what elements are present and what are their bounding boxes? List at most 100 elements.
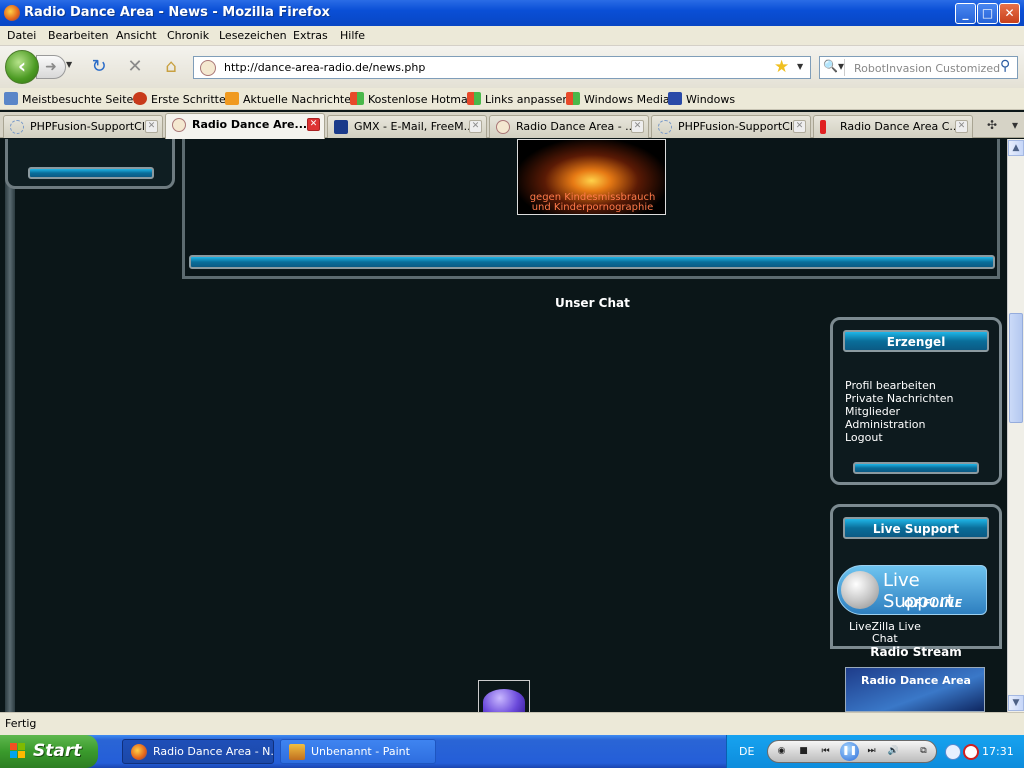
tab-strip: PHPFusion-SupportCl... ✕ Radio Dance Are…: [0, 112, 1024, 139]
tab-close-icon[interactable]: ✕: [145, 120, 158, 133]
bookmark-windows[interactable]: Windows: [668, 92, 735, 106]
left-panel-bottom: [5, 139, 175, 189]
tab-close-icon[interactable]: ✕: [469, 120, 482, 133]
taskbar-item-label: Radio Dance Area - N...: [153, 745, 274, 758]
window-titlebar[interactable]: Radio Dance Area - News - Mozilla Firefo…: [0, 0, 1024, 26]
banner-image[interactable]: gegen Kindesmissbrauch und Kinderpornogr…: [517, 139, 666, 215]
restore-player-icon[interactable]: ⧉: [916, 744, 931, 759]
language-indicator[interactable]: DE: [739, 745, 754, 758]
previous-track-icon[interactable]: ⏮: [818, 744, 833, 759]
page-content: gegen Kindesmissbrauch und Kinderpornogr…: [0, 139, 1007, 712]
menu-chronik[interactable]: Chronik: [167, 29, 209, 42]
tab-close-icon[interactable]: ✕: [793, 120, 806, 133]
bookmark-aktuelle-nachrichten[interactable]: Aktuelle Nachrichten: [225, 92, 358, 106]
search-icon[interactable]: ⚲: [1000, 58, 1010, 74]
start-button[interactable]: Start: [0, 735, 98, 768]
status-bar: Fertig: [0, 712, 1024, 735]
bookmark-kostenlose-hotmail[interactable]: Kostenlose Hotmail: [350, 92, 474, 106]
tab-phpfusion-2[interactable]: PHPFusion-SupportCl... ✕: [651, 115, 811, 138]
firefox-bookmark-icon: [133, 92, 147, 105]
start-label: Start: [33, 741, 82, 761]
bookmark-label: Aktuelle Nachrichten: [243, 93, 358, 106]
address-bar[interactable]: http://dance-area-radio.de/news.php ★ ▼: [193, 56, 811, 79]
bookmark-links-anpassen[interactable]: Links anpassen: [467, 92, 569, 106]
tab-label: GMX - E-Mail, FreeM...: [354, 120, 475, 133]
tray-arrow-icon[interactable]: [945, 744, 961, 760]
site-favicon: [200, 60, 216, 76]
bookmark-meistbesuchte[interactable]: Meistbesuchte Seiten: [4, 92, 140, 106]
tab-gmx[interactable]: GMX - E-Mail, FreeM... ✕: [327, 115, 487, 138]
windows-flag-icon: [350, 92, 364, 105]
window-title: Radio Dance Area - News - Mozilla Firefo…: [24, 5, 330, 20]
bookmarks-toolbar: Meistbesuchte Seiten Erste Schritte Aktu…: [0, 88, 1024, 110]
stop-media-icon[interactable]: ■: [796, 744, 811, 759]
next-track-icon[interactable]: ⏭: [864, 744, 879, 759]
tab-radio-dance-area-2[interactable]: Radio Dance Area - ... ✕: [489, 115, 649, 138]
firefox-icon: [131, 744, 147, 760]
tab-radio-dance-area-news[interactable]: Radio Dance Are... ✕: [165, 113, 325, 139]
gmx-icon: [334, 120, 348, 134]
bookmark-erste-schritte[interactable]: Erste Schritte: [133, 92, 226, 106]
menu-bearbeiten[interactable]: Bearbeiten: [48, 29, 108, 42]
vertical-scrollbar[interactable]: ▲ ▼: [1007, 139, 1024, 712]
pause-icon[interactable]: ❚❚: [840, 742, 859, 761]
menu-datei[interactable]: Datei: [7, 29, 36, 42]
user-panel-title: Erzengel: [843, 330, 989, 352]
tab-list-icon[interactable]: ▾: [1006, 116, 1024, 134]
tab-phpfusion-1[interactable]: PHPFusion-SupportCl... ✕: [3, 115, 163, 138]
search-box[interactable]: 🔍▾ RobotInvasion Customized We ⚲: [819, 56, 1018, 79]
search-engine-icon[interactable]: 🔍▾: [823, 59, 845, 76]
folder-icon: [4, 92, 18, 105]
search-input[interactable]: RobotInvasion Customized We: [854, 62, 1004, 75]
scroll-up-icon[interactable]: ▲: [1008, 140, 1024, 156]
link-administration[interactable]: Administration: [845, 418, 926, 431]
scroll-down-icon[interactable]: ▼: [1008, 695, 1024, 711]
livezilla-caption-2[interactable]: Chat: [872, 632, 898, 645]
menu-extras[interactable]: Extras: [293, 29, 328, 42]
home-icon[interactable]: ⌂: [160, 56, 182, 78]
scroll-thumb[interactable]: [1009, 313, 1023, 423]
link-logout[interactable]: Logout: [845, 431, 883, 444]
url-text[interactable]: http://dance-area-radio.de/news.php: [224, 61, 425, 74]
bookmark-windows-media[interactable]: Windows Media: [566, 92, 670, 106]
minimize-button[interactable]: _: [955, 3, 976, 24]
menubar: Datei Bearbeiten Ansicht Chronik Lesezei…: [0, 26, 1024, 46]
new-tab-icon[interactable]: ✣: [983, 116, 1001, 134]
maximize-button[interactable]: □: [977, 3, 998, 24]
reload-icon[interactable]: ↻: [88, 56, 110, 78]
bookmark-star-icon[interactable]: ★: [774, 57, 789, 77]
menu-hilfe[interactable]: Hilfe: [340, 29, 365, 42]
menu-lesezeichen[interactable]: Lesezeichen: [219, 29, 287, 42]
history-dropdown-icon[interactable]: ▼: [66, 60, 72, 69]
tab-close-icon[interactable]: ✕: [955, 120, 968, 133]
support-panel: Live Support Live Support OFFLINE LiveZi…: [830, 504, 1002, 649]
back-button[interactable]: ‹: [5, 50, 39, 84]
radio-stream-image[interactable]: Radio Dance Area: [845, 667, 985, 712]
volume-icon[interactable]: 🔊: [886, 744, 901, 759]
system-tray: DE ◉ ■ ⏮ ❚❚ ⏭ 🔊 ⧉ 17:31: [726, 735, 1024, 768]
loading-icon: [10, 120, 24, 134]
menu-ansicht[interactable]: Ansicht: [116, 29, 157, 42]
link-profil-bearbeiten[interactable]: Profil bearbeiten: [845, 379, 936, 392]
taskbar-item-paint[interactable]: Unbenannt - Paint: [280, 739, 436, 764]
chat-launcher[interactable]: [478, 680, 530, 712]
live-support-button[interactable]: Live Support OFFLINE: [837, 565, 987, 615]
loading-icon: [658, 120, 672, 134]
windows-taskbar: Start Radio Dance Area - N... Unbenannt …: [0, 735, 1024, 768]
url-dropdown-icon[interactable]: ▼: [797, 62, 803, 71]
radio-stream-heading: Radio Stream: [870, 645, 962, 659]
link-private-nachrichten[interactable]: Private Nachrichten: [845, 392, 954, 405]
support-orb-icon: [841, 571, 879, 609]
taskbar-item-firefox[interactable]: Radio Dance Area - N...: [122, 739, 274, 764]
media-player-icon[interactable]: ◉: [774, 744, 789, 759]
tab-close-icon[interactable]: ✕: [307, 118, 320, 131]
link-mitglieder[interactable]: Mitglieder: [845, 405, 900, 418]
tray-app-icon[interactable]: [963, 744, 979, 760]
tab-close-icon[interactable]: ✕: [631, 120, 644, 133]
forward-button[interactable]: ➜: [36, 55, 66, 79]
close-button[interactable]: ✕: [999, 3, 1020, 24]
stop-icon[interactable]: ✕: [124, 56, 146, 78]
tab-label: PHPFusion-SupportCl...: [678, 120, 804, 133]
bookmark-label: Windows Media: [584, 93, 670, 106]
tab-radio-dance-area-3[interactable]: Radio Dance Area C... ✕: [813, 115, 973, 138]
